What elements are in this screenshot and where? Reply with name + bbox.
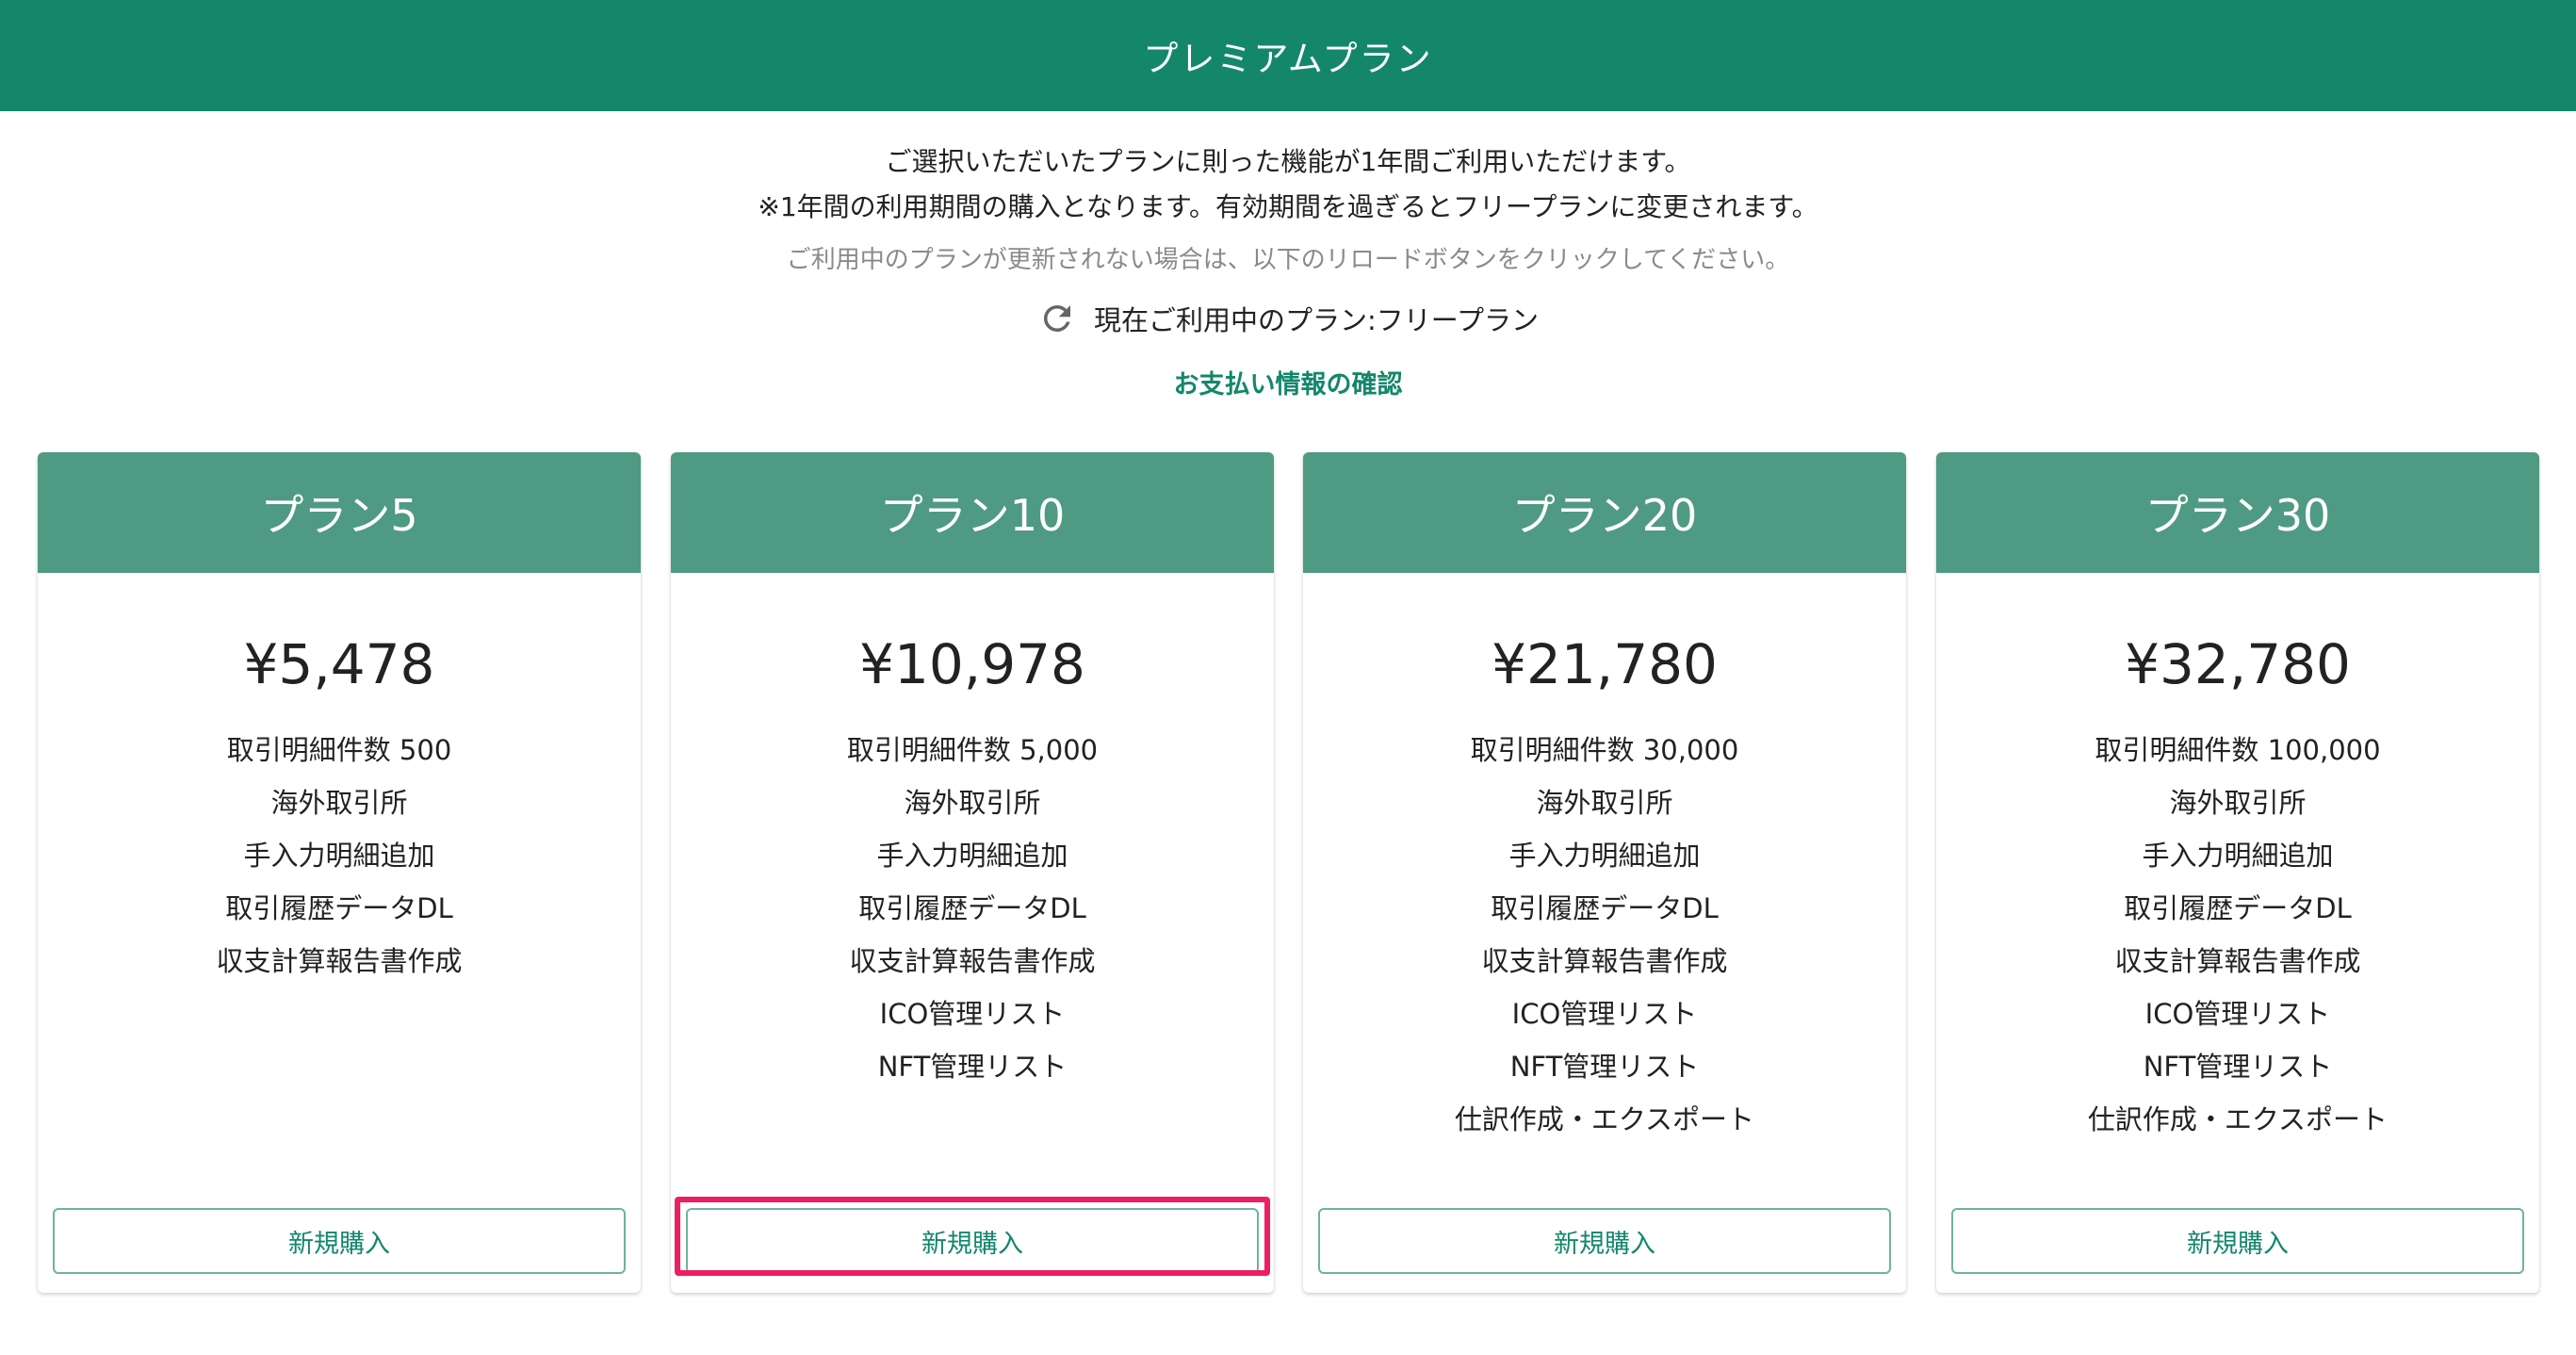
plan-name: プラン5 [38,452,641,573]
feature-item: 海外取引所 [1536,787,1673,819]
feature-item: NFT管理リスト [877,1051,1068,1083]
feature-item: 収支計算報告書作成 [2114,945,2361,977]
feature-item: NFT管理リスト [1509,1051,1700,1083]
buy-button-plan20[interactable]: 新規購入 [1318,1208,1891,1274]
info-line-1: ご選択いただいたプランに則った機能が1年間ご利用いただけます。 [885,146,1691,177]
payment-info-link[interactable]: お支払い情報の確認 [1174,364,1403,400]
current-plan-row: 現在ご利用中のプラン:フリープラン [0,296,2576,341]
plan-price: ¥5,478 [243,632,435,696]
plan-name: プラン20 [1303,452,1906,573]
feature-item: ICO管理リスト [2144,998,2331,1030]
page-header: プレミアムプラン [0,0,2576,111]
feature-item: 取引明細件数 5,000 [846,734,1099,766]
feature-item: 収支計算報告書作成 [1481,945,1728,977]
feature-item: 海外取引所 [904,787,1041,819]
feature-item: 仕訳作成・エクスポート [2087,1103,2389,1135]
plan-features: 取引明細件数 30,000 海外取引所 手入力明細追加 取引履歴データDL 収支… [1303,724,1906,1146]
plan-price: ¥10,978 [859,632,1085,696]
feature-item: 取引履歴データDL [2124,892,2352,924]
feature-item: 手入力明細追加 [2142,840,2334,872]
feature-item: 取引明細件数 500 [226,734,452,766]
reload-icon[interactable] [1037,299,1077,338]
plan-name: プラン10 [671,452,1274,573]
feature-item: 手入力明細追加 [243,840,435,872]
feature-item: 取引履歴データDL [858,892,1086,924]
plan-features: 取引明細件数 100,000 海外取引所 手入力明細追加 取引履歴データDL 収… [1936,724,2539,1146]
plan-price: ¥21,780 [1492,632,1718,696]
info-line-2: ※1年間の利用期間の購入となります。有効期間を過ぎるとフリープランに変更されます… [758,191,1818,222]
current-plan-text: 現在ご利用中のプラン:フリープラン [1093,304,1540,336]
feature-item: ICO管理リスト [879,998,1066,1030]
feature-item: NFT管理リスト [2143,1051,2333,1083]
plan-card-5: プラン5 ¥5,478 取引明細件数 500 海外取引所 手入力明細追加 取引履… [38,452,641,1293]
feature-item: 手入力明細追加 [1508,840,1701,872]
feature-item: 取引明細件数 100,000 [2095,734,2381,766]
buy-button-plan30[interactable]: 新規購入 [1951,1208,2524,1274]
plan-features: 取引明細件数 5,000 海外取引所 手入力明細追加 取引履歴データDL 収支計… [671,724,1274,1093]
plan-features: 取引明細件数 500 海外取引所 手入力明細追加 取引履歴データDL 収支計算報… [38,724,641,988]
feature-item: 海外取引所 [270,787,408,819]
plan-card-20: プラン20 ¥21,780 取引明細件数 30,000 海外取引所 手入力明細追… [1303,452,1906,1293]
buy-button-plan5[interactable]: 新規購入 [53,1208,626,1274]
plan-name: プラン30 [1936,452,2539,573]
plan-card-10: プラン10 ¥10,978 取引明細件数 5,000 海外取引所 手入力明細追加… [671,452,1274,1293]
feature-item: 収支計算報告書作成 [216,945,463,977]
feature-item: ICO管理リスト [1511,998,1698,1030]
plan-info: ご選択いただいたプランに則った機能が1年間ご利用いただけます。 ※1年間の利用期… [0,139,2576,400]
plan-price: ¥32,780 [2125,632,2351,696]
feature-item: 取引履歴データDL [1491,892,1719,924]
feature-item: 海外取引所 [2169,787,2307,819]
feature-item: 仕訳作成・エクスポート [1454,1103,1755,1135]
feature-item: 取引明細件数 30,000 [1470,734,1739,766]
plan-card-30: プラン30 ¥32,780 取引明細件数 100,000 海外取引所 手入力明細… [1936,452,2539,1293]
page-title: プレミアムプラン [1143,39,1433,79]
feature-item: 取引履歴データDL [225,892,453,924]
feature-item: 手入力明細追加 [876,840,1068,872]
buy-button-plan10[interactable]: 新規購入 [686,1208,1259,1274]
reload-note: ご利用中のプランが更新されない場合は、以下のリロードボタンをクリックしてください… [786,246,1790,274]
feature-item: 収支計算報告書作成 [849,945,1096,977]
